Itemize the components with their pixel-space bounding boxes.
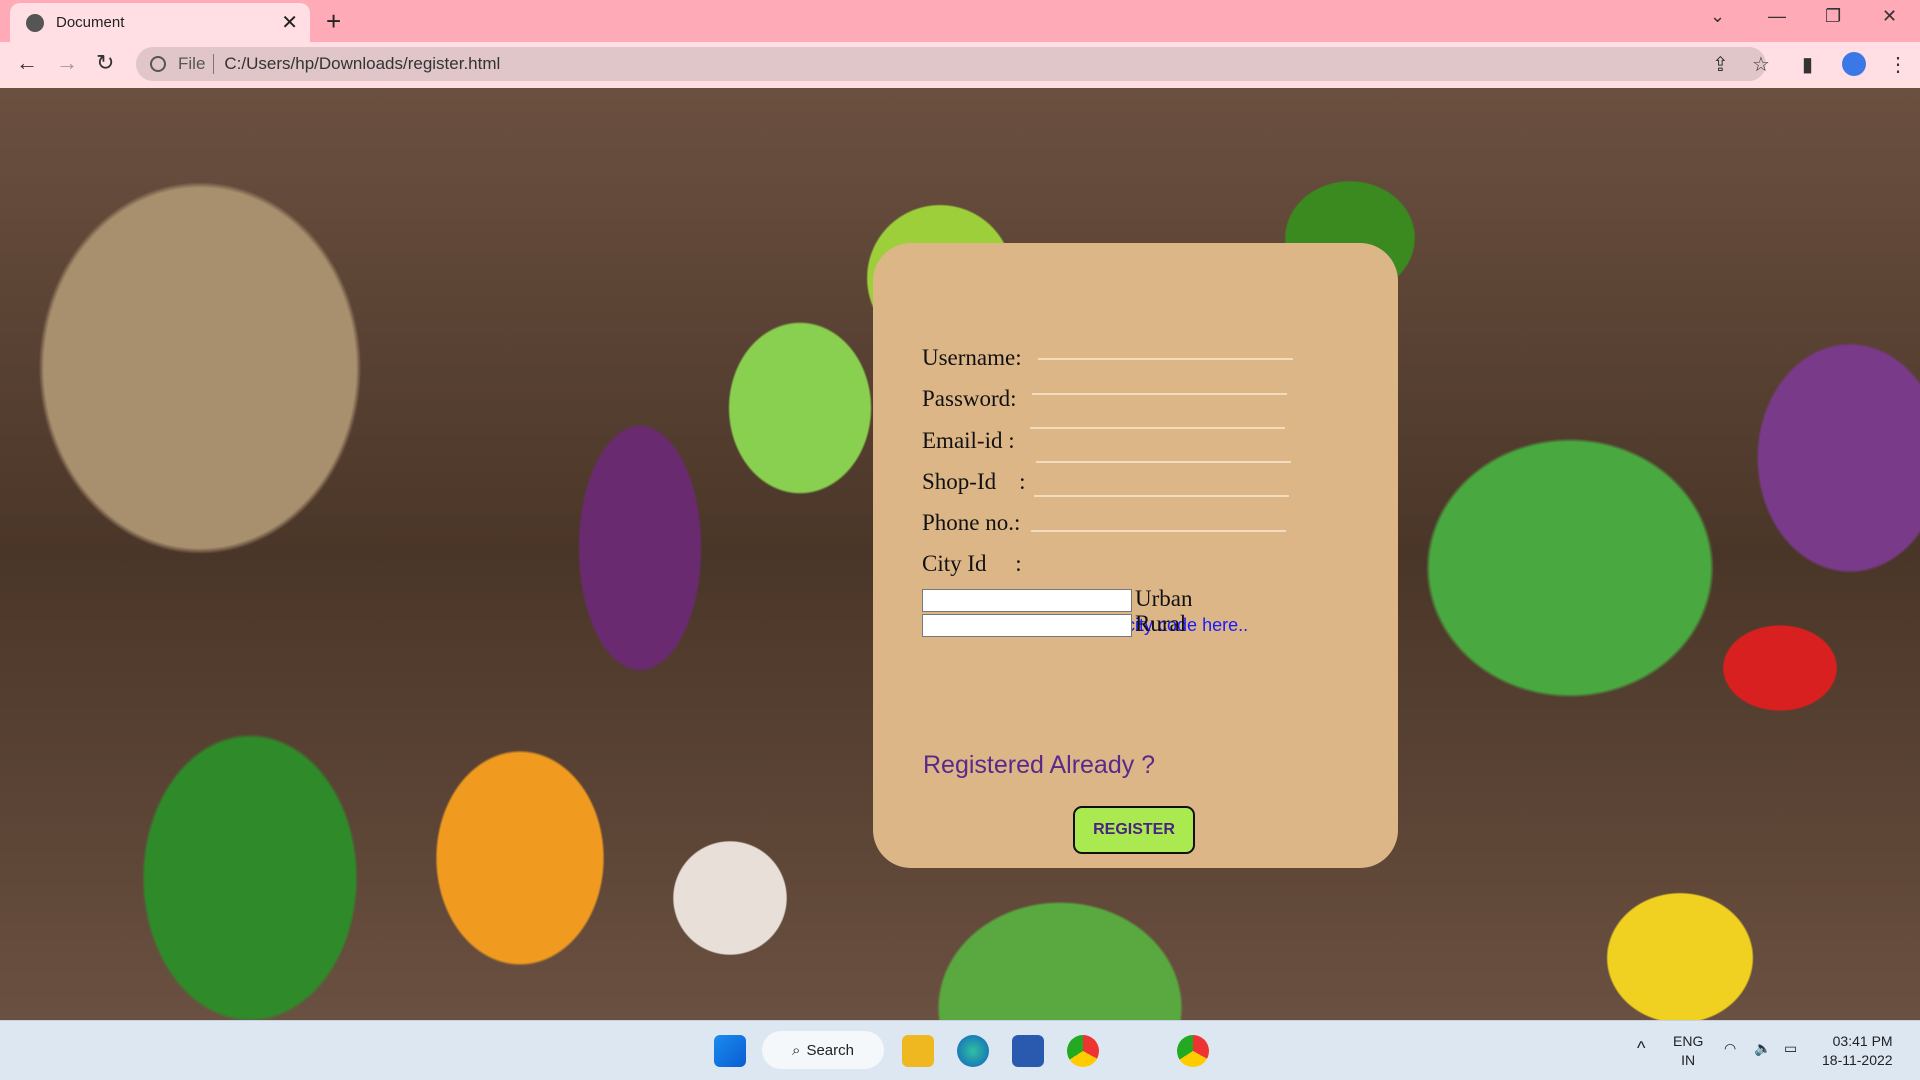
toolbar: ← → ↻ File C:/Users/hp/Downloads/registe… — [0, 42, 1920, 88]
tab-title: Document — [56, 14, 125, 31]
register-button[interactable]: REGISTER — [1073, 806, 1195, 854]
battery-icon[interactable]: ▭ — [1784, 1039, 1797, 1058]
time: 03:41 PM — [1832, 1033, 1893, 1049]
volume-icon[interactable]: 🔈 — [1754, 1039, 1771, 1058]
restore-button[interactable]: ❐ — [1825, 6, 1841, 27]
new-tab-button[interactable]: + — [326, 6, 341, 37]
password-input[interactable] — [1032, 393, 1287, 395]
url-text[interactable]: C:/Users/hp/Downloads/register.html — [224, 54, 500, 74]
globe-icon — [26, 13, 44, 32]
password-label: Password: — [922, 386, 1017, 411]
search-label: Search — [806, 1041, 854, 1059]
email-label: Email-id : — [922, 428, 1015, 453]
username-input[interactable] — [1038, 358, 1293, 360]
share-icon[interactable]: ⇪ — [1712, 52, 1729, 77]
region-code: IN — [1681, 1052, 1696, 1068]
phone-input[interactable] — [1034, 495, 1289, 497]
language-indicator[interactable]: ENG IN — [1673, 1032, 1703, 1070]
bookmark-star-icon[interactable]: ☆ — [1752, 52, 1770, 77]
rural-input[interactable] — [922, 614, 1132, 637]
info-icon[interactable] — [150, 56, 166, 72]
urban-input[interactable] — [922, 589, 1132, 612]
scheme-label: File — [178, 54, 206, 73]
search-icon: ⌕ — [792, 1041, 801, 1059]
profile-avatar[interactable] — [1842, 52, 1866, 76]
edge-icon[interactable] — [957, 1035, 989, 1067]
wifi-icon[interactable]: ◠ — [1724, 1039, 1736, 1058]
phone-label: Phone no.: — [922, 510, 1021, 535]
menu-kebab-icon[interactable]: ⋮ — [1888, 52, 1908, 77]
chrome-icon[interactable] — [1067, 1035, 1099, 1067]
store-icon[interactable] — [1012, 1035, 1044, 1067]
shop-id-label: Shop-Id : — [922, 469, 1026, 494]
taskbar-search[interactable]: ⌕ Search — [762, 1031, 884, 1069]
rural-label: Rural — [1135, 611, 1187, 636]
date: 18-11-2022 — [1822, 1052, 1893, 1068]
tab-search-icon[interactable]: ⌄ — [1710, 6, 1725, 27]
side-panel-icon[interactable]: ▮ — [1802, 52, 1813, 77]
username-label: Username: — [922, 345, 1022, 370]
show-hidden-icons-chevron[interactable]: ^ — [1637, 1039, 1645, 1058]
reload-icon[interactable]: ↻ — [96, 50, 114, 76]
registered-already-link[interactable]: Registered Already ? — [923, 751, 1155, 780]
close-window-button[interactable]: ✕ — [1882, 6, 1897, 27]
windows-start-icon[interactable] — [714, 1035, 746, 1067]
city-id-input[interactable] — [1031, 530, 1286, 532]
back-icon[interactable]: ← — [16, 50, 38, 76]
taskbar: ⌕ Search ^ ENG IN ◠ 🔈 ▭ 03:41 PM 18-11-2… — [0, 1020, 1920, 1080]
email-input[interactable] — [1030, 427, 1285, 429]
minimize-button[interactable]: — — [1768, 6, 1786, 27]
shop-id-input[interactable] — [1036, 461, 1291, 463]
city-id-label: City Id : — [922, 551, 1022, 576]
register-form: Username: Password: Email-id : Shop-Id :… — [873, 243, 1398, 868]
clock[interactable]: 03:41 PM 18-11-2022 — [1822, 1032, 1893, 1070]
urban-label: Urban — [1135, 586, 1193, 611]
divider — [213, 54, 215, 74]
file-explorer-icon[interactable] — [902, 1035, 934, 1067]
close-tab-icon[interactable]: ✕ — [281, 10, 298, 35]
address-bar[interactable]: File C:/Users/hp/Downloads/register.html — [136, 47, 1766, 81]
lang-code: ENG — [1673, 1033, 1704, 1049]
forward-icon[interactable]: → — [56, 50, 78, 76]
chrome-active-icon[interactable] — [1177, 1035, 1209, 1067]
tab-document[interactable]: Document ✕ — [10, 3, 310, 42]
tab-strip: Document ✕ + ⌄ — ❐ ✕ — [0, 0, 1920, 42]
